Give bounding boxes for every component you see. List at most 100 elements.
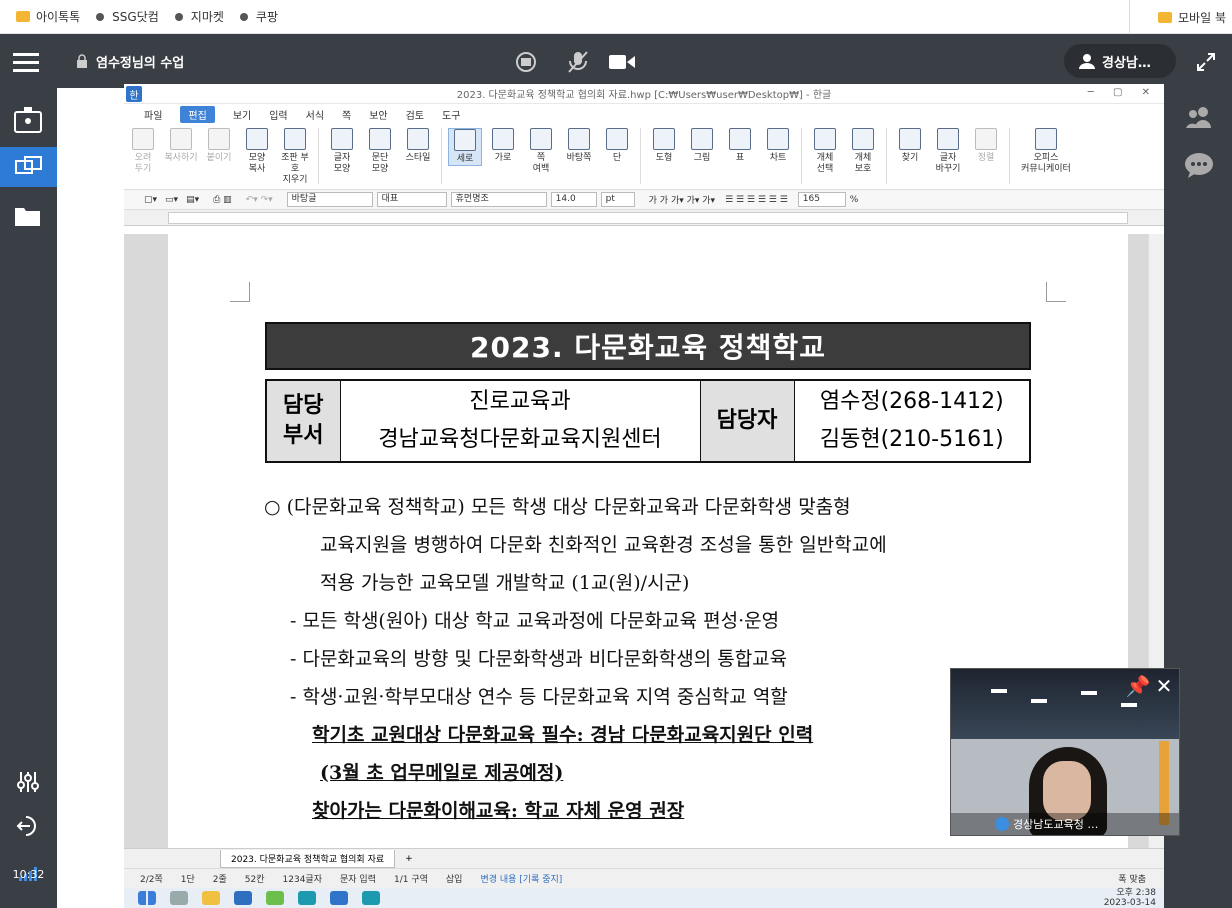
add-tab-icon[interactable]: + <box>405 854 413 864</box>
ribbon-button-7[interactable]: 스타일 <box>401 128 435 164</box>
save-icon[interactable]: ▤▾ <box>186 195 199 205</box>
layout-button[interactable] <box>0 147 57 187</box>
ribbon-button-2[interactable]: 붙이기 <box>202 128 236 164</box>
font-select[interactable]: 휴먼명조 <box>450 192 547 207</box>
ribbon-button-10[interactable]: 쪽 여백 <box>524 128 558 175</box>
ribbon-button-16[interactable]: 차트 <box>761 128 795 164</box>
bookmark-item[interactable]: SSG닷컴 <box>96 8 159 25</box>
unit-select[interactable]: pt <box>600 192 635 207</box>
bookmark-item[interactable]: 지마켓 <box>174 8 224 25</box>
user-icon <box>995 817 1009 831</box>
ribbon-button-6[interactable]: 문단 모양 <box>363 128 397 175</box>
text-style-icons[interactable]: 가 가 가▾ 가▾ 가▾ <box>649 193 715 206</box>
ribbon-label: 붙이기 <box>206 153 232 163</box>
ribbon-label: 쪽 여백 <box>532 153 550 174</box>
participants-icon[interactable] <box>1184 102 1214 132</box>
bookmark-item[interactable]: 아이톡톡 <box>16 8 80 25</box>
hwp-app-icon[interactable] <box>330 891 348 905</box>
align-icons[interactable]: ☰ ☰ ☰ ☰ ☰ ☰ <box>725 195 788 205</box>
folder-open-icon[interactable] <box>12 200 44 232</box>
menu-1[interactable]: 편집 <box>180 105 215 123</box>
ribbon-button-0[interactable]: 오려 두기 <box>126 128 160 175</box>
bookmark-item[interactable]: 쿠팡 <box>239 8 278 25</box>
ribbon-button-21[interactable]: 정렬 <box>969 128 1003 164</box>
ribbon-icon <box>767 128 789 150</box>
style-select[interactable]: 바탕글 <box>286 192 373 207</box>
menu-icon[interactable] <box>12 48 40 76</box>
status-item: 1단 <box>180 875 195 885</box>
meeting-clock: 10:32 <box>12 868 45 881</box>
pin-icon[interactable]: 📌 <box>1125 673 1151 699</box>
undo-icon[interactable]: ↶▾ ↷▾ <box>246 195 273 205</box>
new-doc-icon[interactable]: ▢▾ <box>144 195 157 205</box>
taskbar-clock: 오후 2:38 2023-03-14 <box>1103 888 1156 908</box>
screen-share-icon[interactable] <box>12 104 44 136</box>
browser-icon[interactable] <box>362 891 380 905</box>
menu-4[interactable]: 서식 <box>306 107 324 122</box>
ribbon-button-8[interactable]: 세로 <box>448 128 482 166</box>
user-icon <box>1078 52 1096 70</box>
ribbon-button-22[interactable]: 오피스 커뮤니케이터 <box>1016 128 1076 175</box>
menu-8[interactable]: 도구 <box>442 107 460 122</box>
status-item: 2/2쪽 <box>140 875 163 885</box>
menu-5[interactable]: 쪽 <box>342 107 351 122</box>
app-icon[interactable] <box>266 891 284 905</box>
ribbon-label: 바탕쪽 <box>566 153 592 163</box>
bookmarks-bar: 아이톡톡 SSG닷컴 지마켓 쿠팡 모바일 북 <box>0 0 1232 34</box>
camera-switch-icon[interactable] <box>512 48 540 76</box>
zoom-input[interactable]: 165 <box>797 192 846 207</box>
ribbon-button-20[interactable]: 글자 바꾸기 <box>931 128 965 175</box>
lock-icon <box>74 52 90 70</box>
contact-table: 담당 부서 진로교육과 경남교육청다문화교육지원센터 담당자 염수정(268-1… <box>265 379 1031 463</box>
ribbon-icon <box>975 128 997 150</box>
search-icon[interactable] <box>170 891 188 905</box>
windows-start-icon[interactable] <box>138 891 156 905</box>
menu-2[interactable]: 보기 <box>233 107 251 122</box>
ribbon-button-18[interactable]: 개체 보호 <box>846 128 880 175</box>
ribbon-icon <box>814 128 836 150</box>
browser-icon[interactable] <box>298 891 316 905</box>
horizontal-ruler[interactable] <box>124 210 1164 226</box>
video-tile[interactable]: 📌 ✕ 경상남도교육청 … <box>950 668 1180 836</box>
ribbon-button-9[interactable]: 가로 <box>486 128 520 164</box>
open-icon[interactable]: ▭▾ <box>165 195 178 205</box>
video-camera-icon[interactable] <box>608 50 636 74</box>
document-tab[interactable]: 2023. 다문화교육 정책학교 협의회 자료 <box>220 849 396 868</box>
ribbon-button-1[interactable]: 복사하기 <box>164 128 198 164</box>
ribbon-button-4[interactable]: 조판 부호 지우기 <box>278 128 312 186</box>
ribbon-button-19[interactable]: 찾기 <box>893 128 927 164</box>
presenter-chip[interactable]: 경상남… <box>1064 44 1176 78</box>
print-icon[interactable]: ⎙ ▥ <box>213 195 232 205</box>
bookmark-folder-mobile[interactable]: 모바일 북 <box>1129 0 1232 34</box>
ribbon-label: 문단 모양 <box>371 153 389 174</box>
menu-0[interactable]: 파일 <box>144 107 162 122</box>
mail-icon[interactable] <box>234 891 252 905</box>
menu-7[interactable]: 검토 <box>406 107 424 122</box>
ribbon-button-14[interactable]: 그림 <box>685 128 719 164</box>
ribbon-button-5[interactable]: 글자 모양 <box>325 128 359 175</box>
explorer-icon[interactable] <box>202 891 220 905</box>
person-cell: 염수정(268-1412) 김동현(210-5161) <box>793 379 1031 463</box>
ribbon-button-17[interactable]: 개체 선택 <box>808 128 842 175</box>
settings-sliders-icon[interactable] <box>14 768 42 796</box>
chat-icon[interactable] <box>1184 150 1214 180</box>
meeting-topbar: 염수정님의 수업 경상남… <box>0 34 1232 88</box>
ribbon-button-12[interactable]: 단 <box>600 128 634 164</box>
font-size-input[interactable]: 14.0 <box>550 192 597 207</box>
fullscreen-icon[interactable] <box>1194 50 1218 74</box>
ribbon-icon <box>1035 128 1057 150</box>
site-icon <box>239 12 248 21</box>
ribbon-label: 가로 <box>494 153 512 163</box>
window-controls[interactable]: ─ ▢ ✕ <box>1088 87 1158 98</box>
language-select[interactable]: 대표 <box>376 192 447 207</box>
ribbon-button-13[interactable]: 도형 <box>647 128 681 164</box>
mic-muted-icon[interactable] <box>564 48 592 76</box>
ribbon-button-11[interactable]: 바탕쪽 <box>562 128 596 164</box>
menu-6[interactable]: 보안 <box>369 107 387 122</box>
ribbon-button-15[interactable]: 표 <box>723 128 757 164</box>
menu-3[interactable]: 입력 <box>269 107 287 122</box>
exit-icon[interactable] <box>14 812 42 840</box>
ribbon-button-3[interactable]: 모양 복사 <box>240 128 274 175</box>
fit-width-button[interactable]: 폭 맞춤 <box>1118 872 1146 885</box>
close-icon[interactable]: ✕ <box>1151 673 1177 699</box>
